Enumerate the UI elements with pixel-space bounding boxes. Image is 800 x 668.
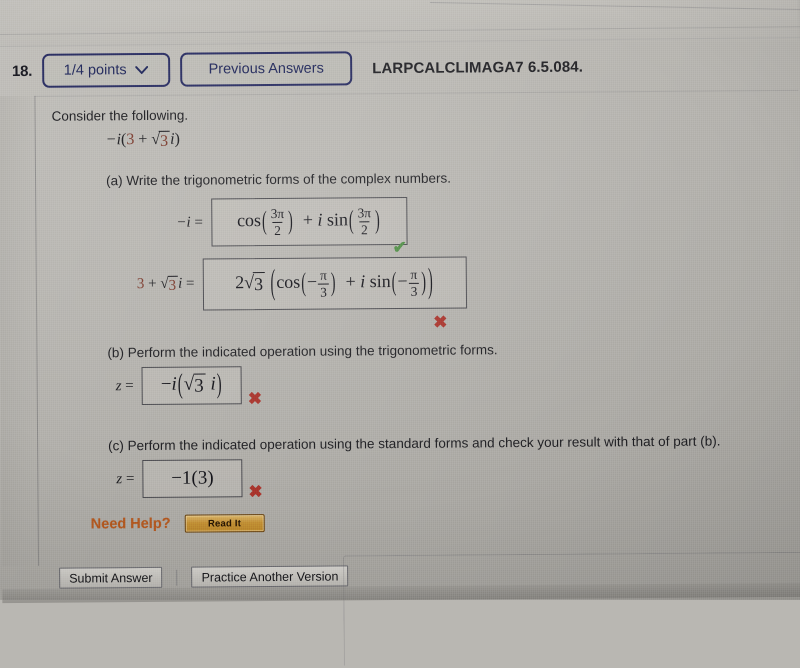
problem-number: 18.: [11, 62, 33, 80]
part-c-label: (c) Perform the indicated operation usin…: [108, 433, 721, 454]
left-margin: [0, 95, 39, 567]
part-a-row-2-cross-icon: ✖: [433, 312, 448, 332]
points-label: 1/4 points: [63, 62, 127, 79]
intro-text: Consider the following.: [51, 107, 189, 124]
part-a-row-2: 3 + √ 3 i = 2 √ 3 (cos(− π 3) + i sin(− π 3)): [137, 256, 467, 311]
part-b-cross-icon: ✖: [247, 389, 263, 409]
action-button-bar: Submit Answer Practice Another Version: [59, 565, 349, 589]
chevron-down-icon: [135, 66, 149, 75]
part-a-row-2-lhs: 3 + √ 3 i =: [136, 275, 195, 295]
part-a-row-1-lhs: −i =: [176, 214, 203, 231]
next-panel-edge: [343, 551, 800, 666]
part-c-answer: −1(3): [171, 467, 214, 489]
part-a-label: (a) Write the trigonometric forms of the…: [105, 170, 451, 189]
part-b-input[interactable]: −i(√ 3 i): [141, 366, 242, 406]
part-a-row-1-answer: cos(3π 2) + i sin(3π 2): [236, 205, 380, 238]
need-help-label: Need Help?: [90, 515, 171, 533]
expr-radical: √ 3: [151, 130, 171, 151]
need-help-section: Need Help? Read It: [91, 514, 265, 533]
expr-three: 3: [126, 131, 135, 149]
given-expression: −i(3 + √ 3 i): [106, 131, 180, 152]
expr-plus: +: [134, 130, 152, 149]
problem-content: Consider the following. −i(3 + √ 3 i) (a) …: [34, 89, 800, 666]
previous-answers-label: Previous Answers: [208, 60, 324, 78]
part-c-input[interactable]: −1(3): [142, 459, 243, 499]
part-a-row-1-input[interactable]: cos(3π 2) + i sin(3π 2): [210, 196, 408, 247]
part-b-answer: −i(√ 3 i): [160, 369, 222, 401]
read-it-button[interactable]: Read It: [184, 514, 265, 533]
part-b-row: z = −i(√ 3 i): [115, 366, 242, 406]
part-a-row-1: −i = cos(3π 2) + i sin(3π 2): [176, 196, 408, 247]
webassign-problem-page: 18. 1/4 points Previous Answers LARPCALC…: [0, 0, 800, 666]
part-b-lhs: z =: [115, 377, 134, 394]
submit-answer-button[interactable]: Submit Answer: [59, 566, 163, 589]
previous-answers-button[interactable]: Previous Answers: [180, 51, 353, 87]
part-c-lhs: z =: [116, 470, 135, 487]
page-top-band: [0, 0, 798, 48]
part-c-cross-icon: ✖: [248, 482, 263, 502]
part-c-row: z = −1(3): [116, 459, 243, 499]
part-b-label: (b) Perform the indicated operation usin…: [107, 342, 498, 361]
problem-header: 18. 1/4 points Previous Answers LARPCALC…: [4, 48, 584, 91]
points-dropdown-button[interactable]: 1/4 points: [42, 52, 171, 88]
practice-another-version-button[interactable]: Practice Another Version: [191, 565, 349, 588]
button-divider: [176, 569, 178, 586]
expr-radicand: 3: [160, 132, 169, 150]
part-a-row-1-check-icon: ✔: [392, 237, 407, 258]
expr-close-paren: ): [174, 130, 180, 148]
part-a-row-2-answer: 2 √ 3 (cos(− π 3) + i sin(− π 3)): [235, 262, 433, 304]
problem-code: LARPCALCLIMAGA7 6.5.084.: [372, 58, 584, 77]
part-a-row-2-input[interactable]: 2 √ 3 (cos(− π 3) + i sin(− π 3)): [202, 256, 467, 311]
expr-minus-i: −i: [105, 131, 122, 149]
